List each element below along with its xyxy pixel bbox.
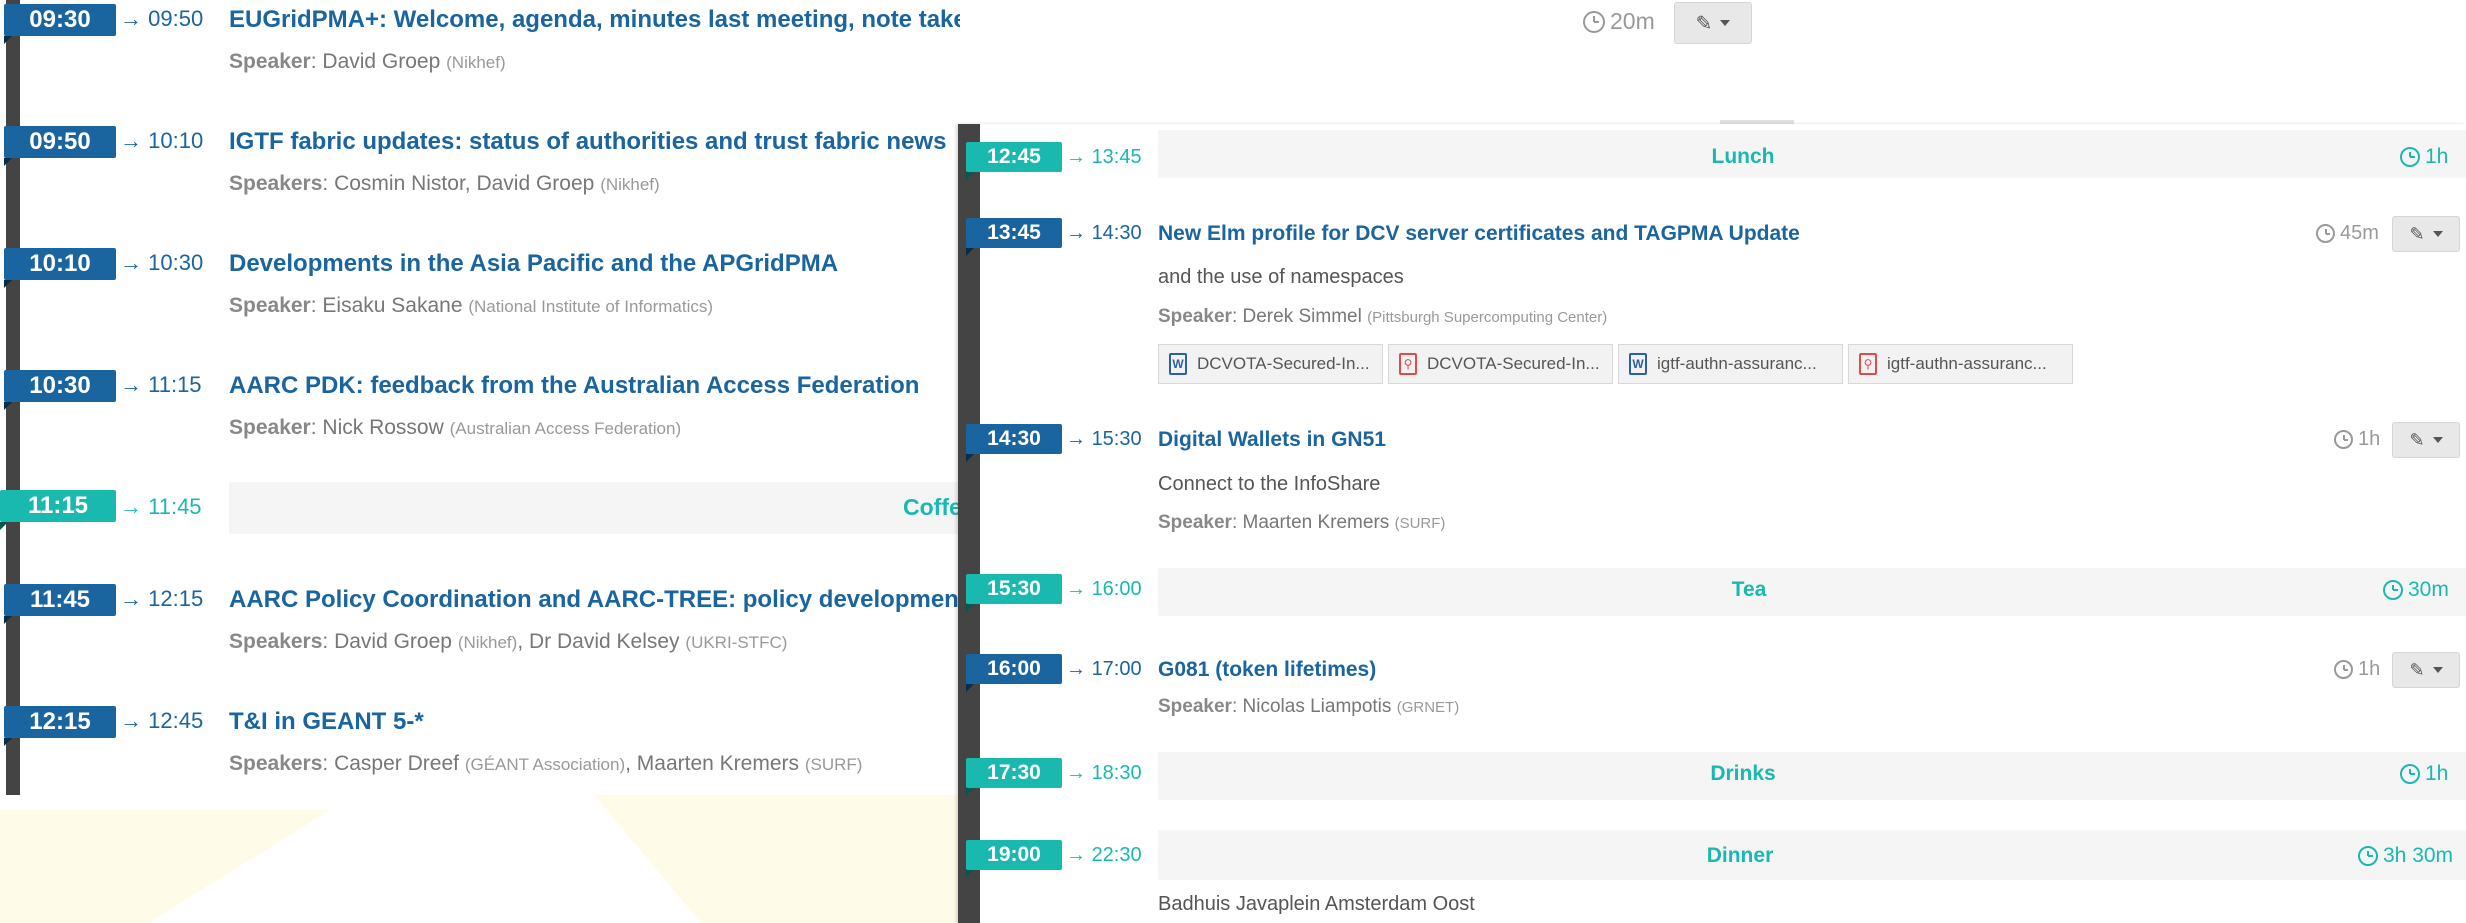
clock-icon [2400,147,2420,167]
speaker-line: Speaker: Nick Rossow (Australian Access … [229,416,682,439]
edit-icon: ✎ [2409,429,2425,450]
duration: 1h [2334,658,2380,681]
edit-menu-button[interactable]: ✎ [1674,2,1752,44]
contribution-title[interactable]: IGTF fabric updates: status of authoriti… [229,128,946,156]
end-time: → 22:30 [1066,844,1142,866]
break-title: Coffe [903,494,960,520]
start-time-badge: 10:30 [4,370,116,402]
duration: 30m [2383,578,2449,602]
end-time: → 14:30 [1066,222,1142,244]
clock-icon [2358,846,2378,866]
start-time-badge: 09:50 [4,126,116,158]
start-time-badge: 12:45 [966,142,1062,172]
attachment-word[interactable]: W igtf-authn-assuranc... [1618,344,1843,384]
word-file-icon: W [1629,353,1647,375]
speaker-line: Speakers: Cosmin Nistor, David Groep (Ni… [229,172,660,195]
end-time: → 15:30 [1066,428,1142,450]
break-title: Tea [1731,578,1767,601]
pdf-file-icon: ⚲ [1399,353,1417,375]
end-time: → 10:30 [120,250,204,275]
start-time-badge: 11:15 [0,490,116,522]
duration: 1h [2400,762,2448,786]
end-time: → 12:15 [120,586,204,611]
end-time: → 18:30 [1066,762,1142,784]
start-time-badge: 10:10 [4,248,116,280]
speaker-line: Speaker: Maarten Kremers (SURF) [1158,512,1446,533]
word-file-icon: W [1169,353,1187,375]
start-time-badge: 17:30 [966,758,1062,788]
contribution-title[interactable]: G081 (token lifetimes) [1158,658,1376,682]
speaker-line: Speakers: Casper Dreef (GÉANT Associatio… [229,752,863,775]
start-time-badge: 12:15 [4,706,116,738]
chevron-down-icon [1720,20,1731,26]
end-time: → 10:10 [120,128,204,153]
duration: 1h [2334,428,2380,451]
chevron-down-icon [2432,231,2443,237]
start-time-badge: 11:45 [4,584,116,616]
edit-icon: ✎ [2409,659,2425,680]
break-title: Lunch [1711,145,1775,168]
start-time-badge: 13:45 [966,218,1062,248]
contribution-title[interactable]: AARC PDK: feedback from the Australian A… [229,372,919,400]
start-time-badge: 19:00 [966,840,1062,870]
start-time-badge: 15:30 [966,574,1062,604]
end-time: → 13:45 [1066,146,1142,168]
edit-menu-button[interactable]: ✎ [2392,216,2460,252]
clock-icon [2383,580,2403,600]
contribution-title[interactable]: Developments in the Asia Pacific and the… [229,250,838,278]
speaker-line: Speaker: David Groep (Nikhef) [229,50,506,73]
end-time: → 11:45 [120,494,202,519]
end-time: → 17:00 [1066,658,1142,680]
duration: 1h [2400,145,2448,169]
clock-icon [2334,430,2353,449]
clock-icon [2334,660,2353,679]
timetable-left-pane: 09:30 → 09:50 EUGridPMA+: Welcome, agend… [0,0,960,795]
contribution-description: and the use of namespaces [1158,266,1404,288]
attachment-word[interactable]: W DCVOTA-Secured-In... [1158,344,1383,384]
contribution-description: Connect to the InfoShare [1158,473,1381,495]
contribution-title[interactable]: T&I in GEANT 5-* [229,708,424,736]
contribution-title[interactable]: AARC Policy Coordination and AARC-TREE: … [229,586,960,614]
background-decoration [0,790,960,923]
clock-icon [1583,10,1605,33]
break-title: Dinner [1706,844,1774,867]
attachment-pdf[interactable]: ⚲ igtf-authn-assuranc... [1848,344,2073,384]
speaker-line: Speaker: Nicolas Liampotis (GRNET) [1158,696,1460,717]
break-location: Badhuis Javaplein Amsterdam Oost [1158,893,1475,915]
edit-icon: ✎ [2409,223,2425,244]
end-time: → 09:50 [120,6,204,31]
end-time: → 12:45 [120,708,204,733]
contribution-title[interactable]: EUGridPMA+: Welcome, agenda, minutes las… [229,6,960,34]
speaker-line: Speakers: David Groep (Nikhef), Dr David… [229,630,788,653]
start-time-badge: 09:30 [4,4,116,36]
edit-icon: ✎ [1695,12,1713,35]
duration: 45m [2316,222,2379,245]
chevron-down-icon [2432,437,2443,443]
attachment-pdf[interactable]: ⚲ DCVOTA-Secured-In... [1388,344,1613,384]
start-time-badge: 14:30 [966,424,1062,454]
break-bar [229,482,960,534]
pdf-file-icon: ⚲ [1859,353,1877,375]
contribution-title[interactable]: New Elm profile for DCV server certifica… [1158,222,1800,246]
duration: 20m [1583,8,1655,35]
contribution-title[interactable]: Digital Wallets in GN51 [1158,428,1386,452]
edit-menu-button[interactable]: ✎ [2392,652,2460,688]
end-time: → 16:00 [1066,578,1142,600]
duration: 3h 30m [2358,844,2453,868]
speaker-line: Speaker: Derek Simmel (Pittsburgh Superc… [1158,306,1608,327]
speaker-line: Speaker: Eisaku Sakane (National Institu… [229,294,714,317]
clock-icon [2400,764,2420,784]
chevron-down-icon [2432,667,2443,673]
timetable-right-pane: 12:45 → 13:45 Lunch 1h 13:45 → 14:30 New… [958,124,2466,923]
edit-menu-button[interactable]: ✎ [2392,422,2460,458]
end-time: → 11:15 [120,372,202,397]
break-title: Drinks [1710,762,1776,785]
start-time-badge: 16:00 [966,654,1062,684]
clock-icon [2316,224,2335,243]
